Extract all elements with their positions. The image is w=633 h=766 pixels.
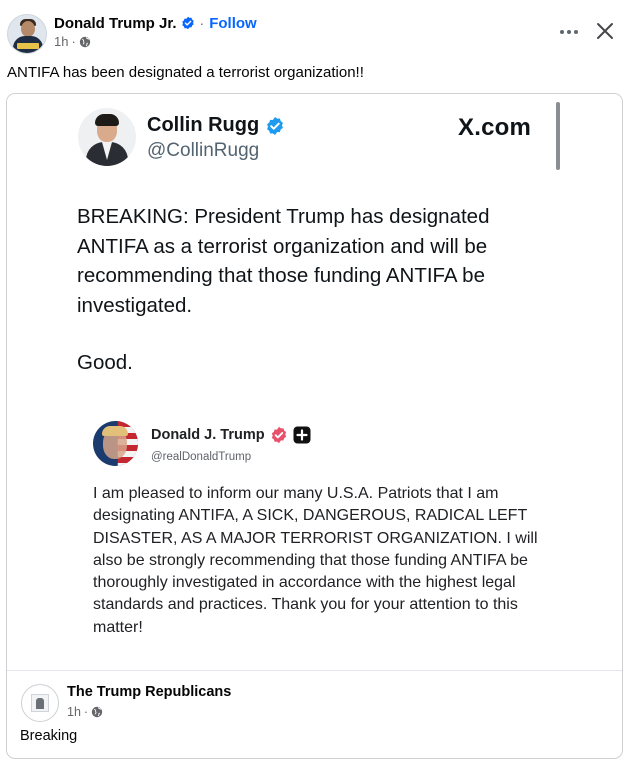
author-avatar[interactable] <box>7 14 47 54</box>
truth-text: I am pleased to inform our many U.S.A. P… <box>93 485 538 636</box>
globe-icon <box>91 706 103 718</box>
follow-button[interactable]: Follow <box>209 15 257 32</box>
truth-plus-icon <box>293 426 311 444</box>
meta-separator: · <box>71 34 76 49</box>
truth-verified-icon <box>271 426 286 444</box>
shared-screenshot-image[interactable]: Collin Rugg @CollinRugg X.com BREAKING: … <box>7 94 622 670</box>
verified-badge-icon <box>267 116 284 135</box>
more-options-icon <box>560 30 564 34</box>
meta-separator: · <box>83 705 89 719</box>
truth-author-row: Donald J. Trump <box>151 426 311 444</box>
truth-author-name: Donald J. Trump <box>151 427 265 443</box>
shared-post-time[interactable]: 1h <box>67 705 81 719</box>
globe-icon <box>79 36 91 47</box>
tweet-author-avatar <box>78 108 136 166</box>
author-name[interactable]: Donald Trump Jr. <box>54 15 177 32</box>
shared-post-card[interactable]: Collin Rugg @CollinRugg X.com BREAKING: … <box>6 93 623 759</box>
post-author-row: Donald Trump Jr. · Follow <box>54 14 257 32</box>
shared-post-meta: 1h · <box>67 705 103 719</box>
card-divider <box>7 670 622 671</box>
post-caption: ANTIFA has been designated a terrorist o… <box>7 64 364 81</box>
post-meta: 1h · <box>54 34 91 49</box>
close-icon[interactable] <box>592 18 618 44</box>
tweet-author-row: Collin Rugg <box>147 114 285 137</box>
x-logo: X.com <box>458 114 532 141</box>
tweet-text: BREAKING: President Trump has designated… <box>77 205 490 317</box>
post-time[interactable]: 1h <box>54 34 68 49</box>
tweet-text-2: Good. <box>77 351 133 374</box>
tweet-author-name: Collin Rugg <box>147 114 260 136</box>
truth-author-handle: @realDonaldTrump <box>151 451 252 463</box>
image-scrollbar <box>556 102 560 170</box>
facebook-post: Donald Trump Jr. · Follow 1h · ANTIFA ha… <box>0 0 633 766</box>
shared-post-text: Breaking <box>20 728 78 744</box>
verified-badge-icon <box>181 16 194 30</box>
shared-page-avatar[interactable] <box>21 684 59 722</box>
tweet-author-handle: @CollinRugg <box>147 140 260 161</box>
truth-author-avatar <box>93 421 138 466</box>
separator-dot: · <box>199 15 205 31</box>
more-options-button[interactable] <box>555 20 583 44</box>
shared-page-name[interactable]: The Trump Republicans <box>67 684 231 700</box>
